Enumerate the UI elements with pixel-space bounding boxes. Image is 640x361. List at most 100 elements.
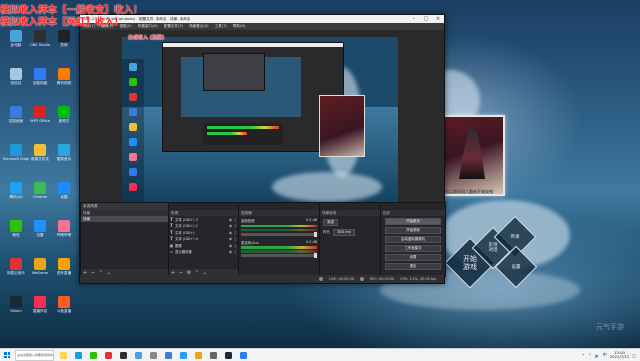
taskbar-app-icon[interactable] [238,351,249,360]
app-icon [58,258,70,270]
taskbar-app-icon[interactable] [103,351,114,360]
taskbar-app-icon[interactable] [208,351,219,360]
network-icon[interactable]: ⌔ [588,352,592,358]
desktop-icon[interactable]: 爱奇艺 [49,106,79,130]
duration-input[interactable]: 300 ms [333,229,355,236]
app-icon [58,182,70,194]
windows-start-icon[interactable] [2,350,12,360]
start-streaming-button[interactable]: 开始推流 [385,217,441,225]
search-placeholder: 在这里输入你要搜索的内容 [19,353,53,357]
desktop-icon[interactable]: 剪映 [49,30,79,54]
app-icon [34,30,46,42]
app-icon [34,182,46,194]
audio-mixer-dock: 混音器 桌面音频 0.0 dB 麦克风/Aux 0.0 dB [238,202,320,277]
taskbar-app-icon[interactable] [73,351,84,360]
controls-dock: 控件 开始推流 开始录制 启动虚拟摄像机 工作室模式 设置 退出 [380,202,446,277]
ime-indicator[interactable]: 中 [603,352,607,358]
volume-meter [241,228,317,231]
source-item[interactable]: T 文本 (GDI+) 4 ◉ ▯ [169,236,238,243]
obs-window[interactable]: OBS 27.1.3 (64-bit, windows) - 配置文件: 未命名… [79,14,446,284]
transitions-title: 场景转场 [320,210,380,216]
desktop-icon-label: 爱奇艺 [58,119,70,123]
taskbar-app-icon[interactable] [178,351,189,360]
taskbar-app-icon[interactable] [133,351,144,360]
channel-name: 桌面音频 [241,219,255,223]
volume-slider[interactable] [241,231,317,237]
mixer-channel: 麦克风/Aux 0.0 dB [239,238,319,260]
obs-preview[interactable] [122,37,398,207]
scene-item[interactable]: 场景 [81,216,168,222]
clock[interactable]: 13:00 2021/7/11 [609,350,630,360]
close-icon[interactable]: × [432,16,444,22]
overlay-text-line-2: 模拟收入样本【网红】收入！ [0,17,124,28]
app-icon [34,68,46,80]
taskbar-app-icon[interactable] [223,351,234,360]
source-name: 文本 (GDI+) [175,230,195,235]
menu-profile[interactable]: 配置文件(P) [161,24,186,29]
source-name: 文本 (GDI+) 3 [175,217,198,222]
app-icon [10,258,22,270]
source-item[interactable]: ▭ 显示器采集 ◉ ▯ [169,249,238,256]
desktop-icon[interactable]: 斗鱼直播 [49,296,79,320]
source-item[interactable]: T 文本 (GDI+) 3 ◉ ▯ [169,216,238,223]
menu-tools[interactable]: 工具(T) [212,24,230,29]
app-icon [58,106,70,118]
mixer-channel: 桌面音频 0.0 dB [239,216,319,238]
source-name: 文本 (GDI+) 2 [175,224,198,229]
app-icon [34,258,46,270]
source-name: 显示器采集 [175,250,192,255]
notification-icon[interactable]: ▢ [632,353,636,358]
volume-slider[interactable] [241,253,317,258]
chevron-up-icon[interactable]: ⌃ [582,353,585,358]
app-icon [10,68,22,80]
source-name: 文本 (GDI+) 4 [175,237,198,242]
taskbar-app-icon[interactable] [88,351,99,360]
taskbar-app-icon[interactable] [148,351,159,360]
desktop-icon[interactable]: 虎牙直播 [49,258,79,282]
app-icon [58,144,70,156]
exit-button[interactable]: 退出 [385,262,441,270]
watermark: 元气手游 [596,323,624,331]
taskbar-app-icon[interactable] [118,351,129,360]
taskbar-app-icon[interactable] [193,351,204,360]
studio-mode-button[interactable]: 工作室模式 [385,244,441,252]
obs-statusbar: LIVE: 00:00:00 REC: 00:00:00 CPU: 3.5%, … [80,275,444,283]
desktop-icon[interactable]: 哔哩哔哩 [49,220,79,244]
transition-select[interactable]: 渐变 [323,219,339,226]
source-bar-label: 未选择源 [81,203,168,210]
app-icon [34,296,46,308]
cpu-status: CPU: 3.5%, 30.00 fps [400,277,436,281]
controls-title: 控件 [381,210,445,216]
menu-scene-collection[interactable]: 场景集合(S) [186,24,211,29]
desktop-icon-label: 虎牙直播 [56,271,72,275]
taskbar: ⚲ 在这里输入你要搜索的内容 ⌃ ⌔ 🔈 中 13:00 2021/7/11 ▢ [0,348,640,361]
desktop-icon[interactable]: 优酷 [49,182,79,206]
obs-titlebar[interactable]: OBS 27.1.3 (64-bit, windows) - 配置文件: 未命名… [80,15,444,23]
menu-help[interactable]: 帮助(H) [230,24,249,29]
taskbar-app-icon[interactable] [58,351,69,360]
app-icon [34,106,46,118]
virtual-camera-button[interactable]: 启动虚拟摄像机 [385,235,441,243]
taskbar-search-input[interactable]: ⚲ 在这里输入你要搜索的内容 [15,349,54,361]
volume-icon[interactable]: 🔈 [595,353,600,358]
source-item[interactable]: T 文本 (GDI+) ◉ ▯ [169,229,238,236]
source-item[interactable]: T 文本 (GDI+) 2 ◉ ▯ [169,223,238,230]
taskbar-app-icon[interactable] [163,351,174,360]
channel-db: 0.0 dB [306,239,317,244]
maximize-icon[interactable]: □ [420,16,432,22]
desktop-icon-label: 斗鱼直播 [56,309,72,313]
clock-date: 2021/7/11 [609,354,630,359]
duration-label: 时长 [323,230,331,234]
preview-desktop-icons [122,59,144,207]
preview-character-art [319,95,365,157]
settings-button[interactable]: 设置 [385,253,441,261]
live-time: LIVE: 00:00:00 [329,277,354,281]
desktop-icon[interactable]: 腾讯视频 [49,68,79,92]
system-tray: ⌃ ⌔ 🔈 中 13:00 2021/7/11 ▢ [582,350,640,360]
menu-docks[interactable]: 停靠窗口(D) [135,24,161,29]
desktop-icon[interactable]: 酷狗音乐 [49,144,79,168]
desktop-icon-label: 剪映 [60,43,68,47]
source-item[interactable]: ▣ 图像 ◉ ▯ [169,242,238,249]
start-recording-button[interactable]: 开始录制 [385,226,441,234]
minimize-icon[interactable]: – [408,16,420,22]
